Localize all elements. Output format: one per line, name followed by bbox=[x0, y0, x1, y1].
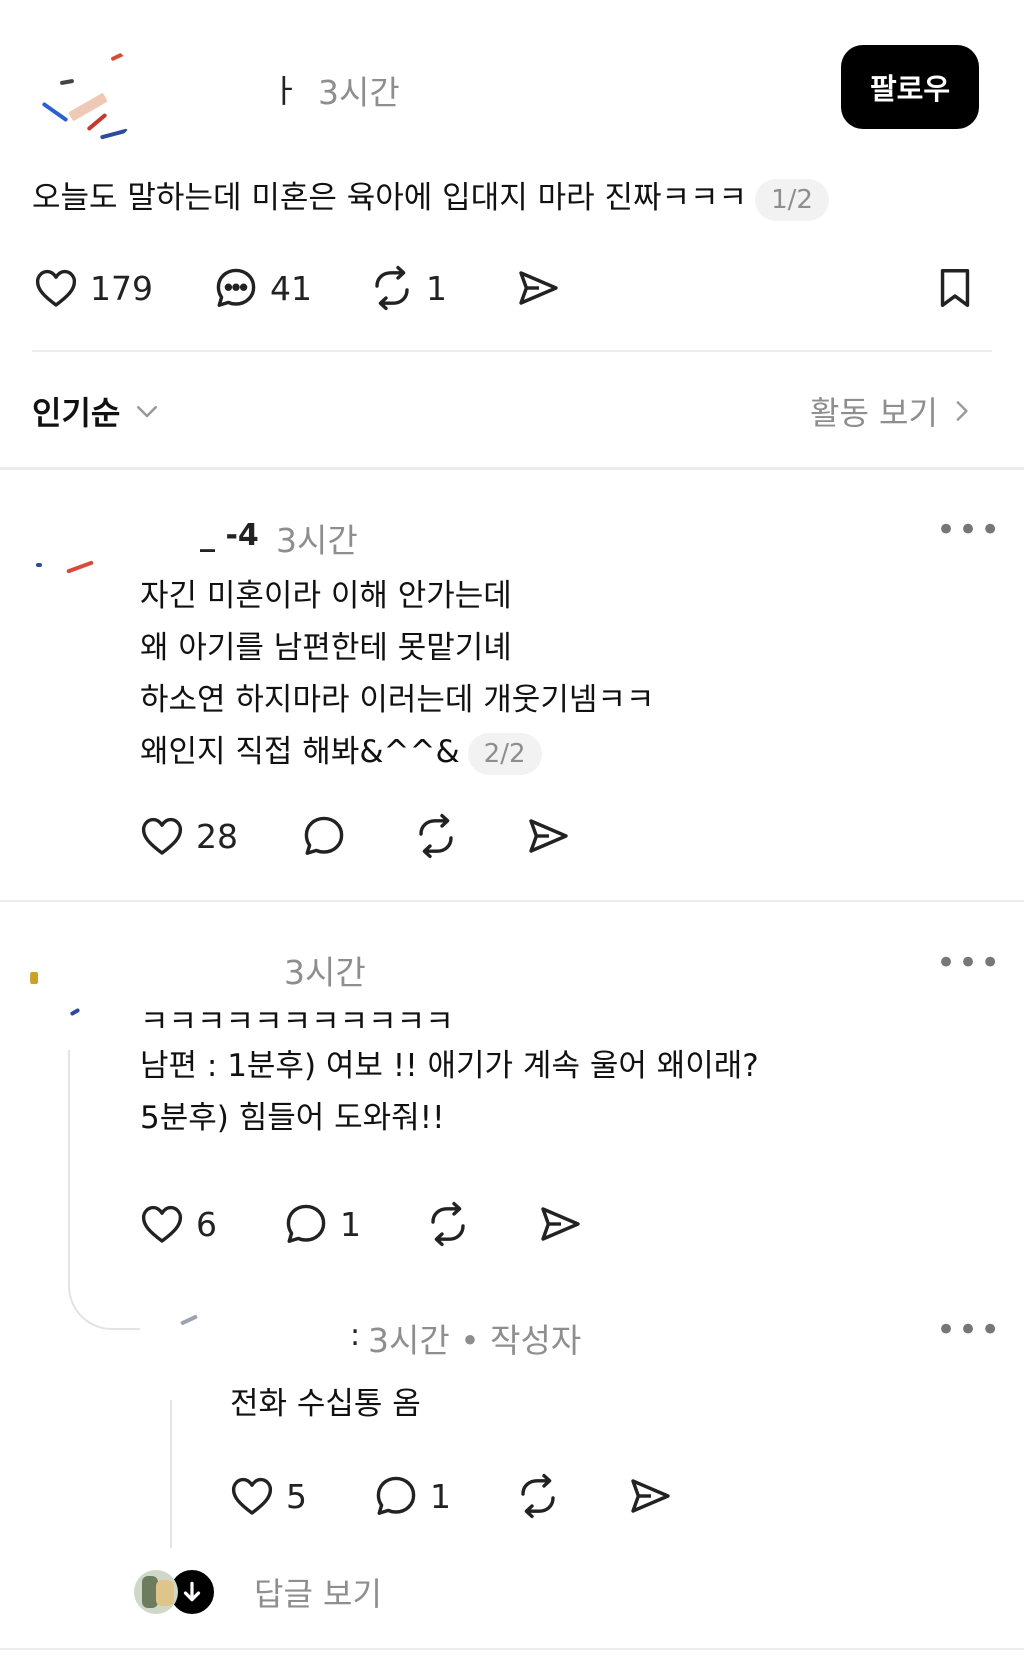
sort-label: 인기순 bbox=[32, 394, 121, 432]
more-icon: ••• bbox=[936, 510, 1003, 550]
comment-button[interactable]: 1 bbox=[372, 1472, 451, 1520]
comment-count: 1 bbox=[340, 1204, 361, 1244]
repost-button[interactable] bbox=[412, 812, 460, 860]
reply-line: ㅋㅋㅋㅋㅋㅋㅋㅋㅋㅋㅋ bbox=[140, 1004, 454, 1040]
heart-icon bbox=[138, 812, 186, 860]
page-indicator[interactable]: 2/2 bbox=[467, 732, 542, 775]
post-divider bbox=[32, 350, 992, 352]
share-icon bbox=[536, 1200, 584, 1248]
more-icon: ••• bbox=[936, 943, 1003, 983]
activity-link[interactable]: 활동 보기 bbox=[810, 388, 974, 434]
comment-icon bbox=[300, 812, 348, 860]
comment-icon bbox=[212, 264, 260, 312]
reply-divider bbox=[0, 900, 1024, 902]
repost-icon bbox=[412, 812, 460, 860]
reply-author-name[interactable]: _ -4 bbox=[200, 518, 259, 553]
sort-dropdown[interactable]: 인기순 bbox=[32, 388, 162, 434]
like-button[interactable]: 28 bbox=[138, 812, 238, 860]
reply-line: 왜 아기를 남편한테 못맡기녜 bbox=[140, 630, 512, 666]
reply-line: 하소연 하지마라 이러는데 개웃기넴ㅋㅋ bbox=[140, 682, 655, 718]
post-time: 3시간 bbox=[318, 73, 400, 112]
like-count: 6 bbox=[196, 1204, 217, 1244]
more-options-button[interactable]: ••• bbox=[936, 946, 1002, 980]
reply-time: 3시간 bbox=[276, 521, 358, 560]
like-button[interactable]: 6 bbox=[138, 1200, 217, 1248]
like-button[interactable]: 179 bbox=[32, 264, 153, 312]
follow-button[interactable]: 팔로우 bbox=[841, 45, 979, 129]
like-count: 5 bbox=[286, 1476, 307, 1516]
share-icon bbox=[626, 1472, 674, 1520]
comment-count: 41 bbox=[270, 268, 312, 308]
section-divider bbox=[0, 467, 1024, 470]
more-icon: ••• bbox=[936, 1310, 1003, 1350]
like-count: 28 bbox=[196, 816, 238, 856]
view-replies-label: 답글 보기 bbox=[254, 1575, 382, 1613]
share-button[interactable] bbox=[536, 1200, 584, 1248]
bookmark-icon bbox=[932, 264, 978, 312]
repost-button[interactable] bbox=[424, 1200, 472, 1248]
reply-line: 자긴 미혼이라 이해 안가는데 bbox=[140, 578, 512, 614]
heart-icon bbox=[138, 1200, 186, 1248]
nested-reply-time: 3시간 • 작성자 bbox=[368, 1321, 582, 1360]
post-text: 오늘도 말하는데 미혼은 육아에 입대지 마라 진짜ㅋㅋㅋ bbox=[32, 180, 748, 216]
comment-count: 1 bbox=[430, 1476, 451, 1516]
reply-line-last: 왜인지 직접 해봐&^^& 2/2 bbox=[140, 726, 960, 778]
reply-body: 자긴 미혼이라 이해 안가는데 왜 아기를 남편한테 못맡기녜 하소연 하지마라… bbox=[140, 570, 960, 778]
nested-reply-author-name[interactable]: : bbox=[350, 1318, 360, 1353]
repost-icon bbox=[514, 1472, 562, 1520]
heart-icon bbox=[32, 264, 80, 312]
like-count: 179 bbox=[90, 268, 153, 308]
reply-line: 전화 수십통 옴 bbox=[230, 1386, 421, 1422]
comment-button[interactable]: 41 bbox=[212, 264, 312, 312]
share-button[interactable] bbox=[524, 812, 572, 860]
post-author-avatar[interactable] bbox=[30, 40, 140, 150]
activity-label: 활동 보기 bbox=[810, 394, 938, 432]
thread-line bbox=[170, 1400, 172, 1548]
nested-reply-avatar[interactable] bbox=[166, 1306, 226, 1366]
thread-curve bbox=[68, 1248, 140, 1330]
reply-avatar[interactable] bbox=[30, 505, 110, 585]
post-author-name[interactable]: ㅏ bbox=[270, 66, 299, 112]
comment-icon bbox=[372, 1472, 420, 1520]
chevron-down-icon bbox=[132, 396, 162, 426]
reply-line: 왜인지 직접 해봐&^^& bbox=[140, 734, 460, 770]
share-icon bbox=[524, 812, 572, 860]
more-options-button[interactable]: ••• bbox=[936, 513, 1002, 547]
author-fragment: ㅏ bbox=[270, 72, 300, 110]
repost-button[interactable]: 1 bbox=[368, 264, 447, 312]
repost-button[interactable] bbox=[514, 1472, 562, 1520]
reply-line: 5분후) 힘들어 도와줘!! bbox=[140, 1100, 445, 1136]
view-replies-button[interactable]: 답글 보기 bbox=[134, 1568, 382, 1616]
bottom-divider bbox=[0, 1648, 1024, 1650]
repost-count: 1 bbox=[426, 268, 447, 308]
comment-icon bbox=[282, 1200, 330, 1248]
page-indicator[interactable]: 1/2 bbox=[755, 178, 829, 221]
repost-icon bbox=[368, 264, 416, 312]
reply-body: ㅋㅋㅋㅋㅋㅋㅋㅋㅋㅋㅋ 남편 : 1분후) 여보 !! 애기가 계속 울어 왜이… bbox=[140, 1004, 1000, 1144]
repost-icon bbox=[424, 1200, 472, 1248]
post-body: 오늘도 말하는데 미혼은 육아에 입대지 마라 진짜ㅋㅋㅋ 1/2 bbox=[32, 172, 992, 224]
like-button[interactable]: 5 bbox=[228, 1472, 307, 1520]
mini-avatar bbox=[134, 1570, 178, 1614]
chevron-right-icon bbox=[948, 396, 974, 426]
share-icon bbox=[514, 264, 562, 312]
bookmark-button[interactable] bbox=[932, 264, 978, 312]
share-button[interactable] bbox=[626, 1472, 674, 1520]
reply-time: 3시간 bbox=[284, 953, 366, 992]
more-options-button[interactable]: ••• bbox=[936, 1313, 1002, 1347]
comment-button[interactable] bbox=[300, 812, 348, 860]
nested-reply-body: 전화 수십통 옴 bbox=[230, 1378, 970, 1430]
reply-avatar[interactable] bbox=[30, 938, 110, 1018]
share-button[interactable] bbox=[514, 264, 562, 312]
reply-line: 남편 : 1분후) 여보 !! 애기가 계속 울어 왜이래? bbox=[140, 1048, 759, 1084]
heart-icon bbox=[228, 1472, 276, 1520]
thread-line bbox=[68, 1050, 70, 1270]
comment-button[interactable]: 1 bbox=[282, 1200, 361, 1248]
